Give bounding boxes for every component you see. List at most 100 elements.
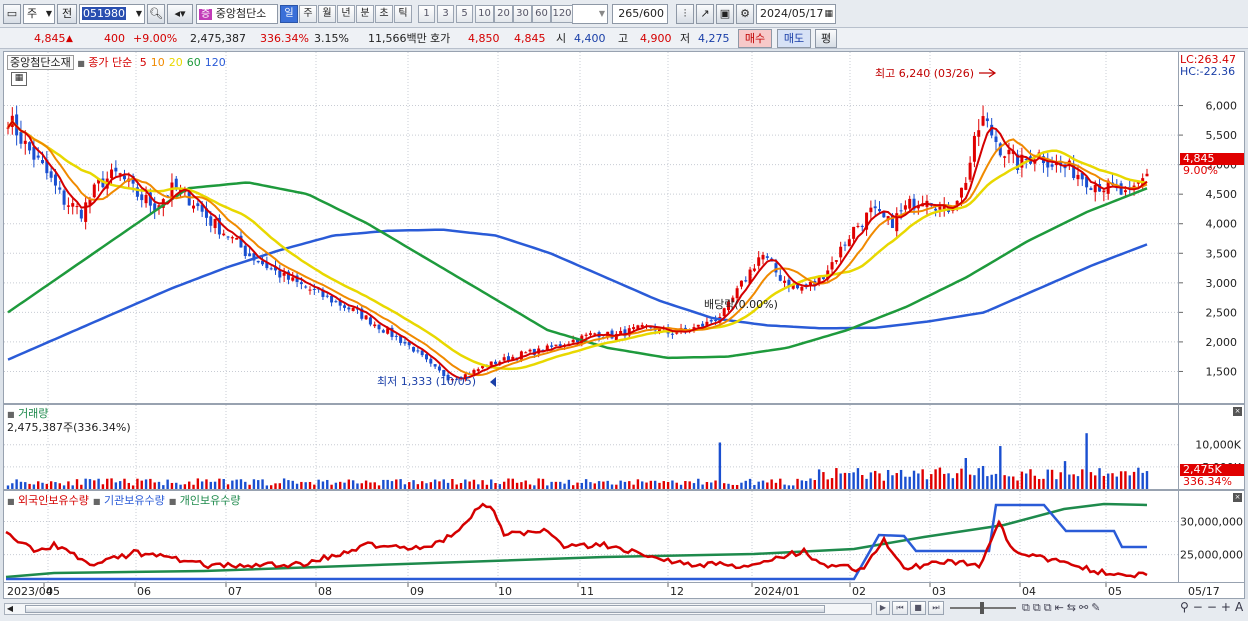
rewind-icon[interactable]: ⏮ [892, 601, 908, 615]
volume-bar [1012, 476, 1015, 489]
draw-tool-icon[interactable]: ↗ [696, 4, 714, 24]
y-tick-label: 1,500 [1206, 365, 1238, 378]
price-axis-labels: 6,0005,5005,0004,5004,0003,5003,0002,500… [1179, 100, 1238, 378]
ask-price: 4,850 [468, 32, 500, 45]
candle-body [347, 307, 351, 310]
zoom-slider-handle[interactable] [980, 602, 984, 614]
scroll-right-icon[interactable]: ▶ [876, 601, 890, 615]
volume-bar [399, 479, 402, 489]
max-arrow-icon [979, 68, 997, 78]
volume-bar [787, 485, 791, 489]
volume-bar [727, 483, 730, 489]
holding-panel[interactable]: ■ 외국인보유수량 ■ 기관보유수량 ■ 개인보유수량 [3, 490, 1179, 583]
candle-body [765, 256, 769, 258]
volume-bar [468, 481, 471, 489]
volume-bar [968, 474, 972, 489]
volume-bar [1098, 468, 1101, 489]
volume-bar [921, 469, 924, 489]
volume-bar [748, 478, 752, 489]
minute-unit-4[interactable]: 20 [494, 5, 513, 23]
stop-icon[interactable]: ■ [910, 601, 926, 615]
volume-bar [1068, 474, 1071, 489]
compare-icon: ⇆ [1066, 601, 1080, 614]
minute-unit-3[interactable]: 10 [475, 5, 494, 23]
current-pct-tag: 9.00% [1183, 164, 1218, 177]
play-icon[interactable]: ⏭ [928, 601, 944, 615]
save-icon[interactable]: ▣ [716, 4, 734, 24]
candle-body [972, 135, 976, 162]
scrollbar-track[interactable]: ◀ [4, 603, 872, 615]
sell-button[interactable]: 매도 [777, 29, 811, 48]
volume-bar [589, 482, 592, 489]
volume-bar [226, 484, 230, 489]
price-panel[interactable]: 최고 6,240 (03/26) 최저 1,333 (10/05) 배당락(0.00… [3, 51, 1179, 404]
candle-body [899, 210, 903, 212]
candle-body [58, 187, 62, 190]
scroll-left-icon[interactable]: ◀ [5, 604, 15, 614]
period-tab-4[interactable]: 분 [356, 5, 374, 23]
volume-bar [990, 474, 993, 489]
minute-unit-6[interactable]: 60 [532, 5, 551, 23]
period-tab-6[interactable]: 틱 [394, 5, 412, 23]
candle-body [856, 225, 860, 227]
volume-bar [360, 483, 363, 489]
minute-unit-0[interactable]: 1 [418, 5, 435, 23]
volume-bar [239, 479, 243, 489]
unit-select[interactable]: ▼ [572, 4, 608, 24]
volume-bar [6, 485, 10, 489]
candle-body [675, 332, 679, 334]
minute-unit-2[interactable]: 5 [456, 5, 473, 23]
count-input[interactable]: 265/600 [612, 4, 668, 24]
candle-body [744, 280, 748, 282]
candle-body [1046, 161, 1050, 168]
close-icon[interactable]: × [1233, 407, 1242, 416]
high-label: 고 [618, 32, 629, 45]
volume-bar [494, 483, 497, 489]
volume-bar [28, 483, 31, 489]
window-icon[interactable]: ▭ [3, 4, 21, 24]
link-icon: ⚯ [1079, 601, 1092, 614]
volume-panel[interactable]: ■ 거래량 2,475,387주(336.34%) [3, 404, 1179, 490]
x-axis: 2023/04 05 06 07 08 09 10 11 12 2024/01 02 03 04 05 05… [3, 583, 1245, 599]
minute-unit-1[interactable]: 3 [437, 5, 454, 23]
stock-code-input[interactable]: 051980 ▼ [79, 4, 145, 24]
minute-unit-5[interactable]: 30 [513, 5, 532, 23]
volume-bar [222, 479, 225, 489]
volume-bar [446, 482, 450, 489]
prev-toggle[interactable]: 전 [57, 4, 77, 24]
speaker-icon[interactable]: ◂▾ [167, 4, 193, 24]
stock-name-field[interactable]: 증 중앙첨단소 [196, 4, 278, 24]
view-tools[interactable]: ⧉⧉⧉⇤⇆⚯✎ [1022, 601, 1103, 615]
period-tab-2[interactable]: 월 [318, 5, 336, 23]
volume-bar [84, 478, 87, 489]
scrollbar-thumb[interactable] [25, 605, 825, 613]
volume-bar [511, 478, 514, 489]
candle-body [235, 237, 239, 240]
indicator-icon[interactable]: ▦ [11, 72, 27, 86]
volume-bar [118, 481, 122, 489]
price-change: 400 [104, 32, 125, 45]
volume-bar [930, 474, 933, 489]
market-select[interactable]: 주 ▼ [23, 4, 55, 24]
date-input[interactable]: 2024/05/17 ▦ [756, 4, 836, 24]
buy-button[interactable]: 매수 [738, 29, 772, 48]
candle-body [709, 319, 713, 322]
volume-bar [11, 483, 14, 489]
eval-button[interactable]: 평 [815, 29, 837, 48]
zoom-tools[interactable]: ⚲−−+A [1180, 600, 1247, 614]
candle-body [968, 162, 972, 180]
period-tab-5[interactable]: 초 [375, 5, 393, 23]
candle-body [243, 245, 247, 256]
period-tab-1[interactable]: 주 [299, 5, 317, 23]
period-tab-3[interactable]: 년 [337, 5, 355, 23]
ma-period-5: 5 [139, 56, 147, 69]
gear-icon[interactable]: ⚙ [736, 4, 754, 24]
volume-bar [507, 478, 510, 489]
volume-bar [455, 484, 458, 489]
minute-unit-7[interactable]: 120 [551, 5, 573, 23]
period-tab-0[interactable]: 일 [280, 5, 298, 23]
volume-bar [843, 472, 847, 489]
close-icon[interactable]: × [1233, 493, 1242, 502]
candle-icon[interactable]: ⫶ [676, 4, 694, 24]
search-icon[interactable]: 🔍︎ [147, 4, 165, 24]
